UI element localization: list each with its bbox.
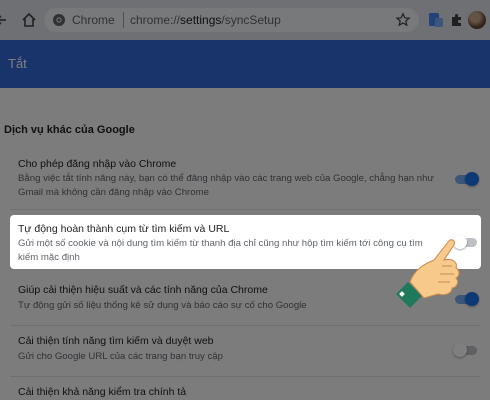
settings-header: Tắt [0,40,490,88]
row-title-spellcheck: Cải thiện khả năng kiểm tra chính tả [18,386,187,398]
extension-icon[interactable] [428,12,444,28]
divider [10,325,480,326]
row-title-autocomplete: Tự động hoàn thành cụm từ tìm kiếm và UR… [18,223,230,235]
pointing-hand-icon [396,239,460,308]
toggle-improve-search[interactable] [453,343,479,357]
omnibox-separator [123,12,124,28]
back-icon[interactable] [0,11,12,29]
row-title-improve-search: Cải thiện tính năng tìm kiếm và duyệt we… [18,335,214,347]
url-text: chrome://settings/syncSetup [130,13,281,27]
divider [10,376,480,377]
screenshot-viewport: Chrome chrome://settings/syncSetup Tắt D… [0,0,490,400]
site-label: Chrome [72,13,115,27]
divider [10,209,480,210]
home-icon[interactable] [20,11,38,29]
header-title: Tắt [8,56,27,71]
section-title: Dịch vụ khác của Google [4,124,135,136]
row-desc-improve-performance: Tự động gửi số liệu thống kê sử dụng và … [18,300,307,311]
row-desc-autocomplete: Gửi một số cookie và nội dung tìm kiếm t… [18,238,423,263]
star-icon[interactable] [395,12,411,28]
row-desc-improve-search: Gửi cho Google URL của các trang bạn tru… [18,351,223,362]
chrome-logo-icon [53,14,65,26]
puzzle-icon[interactable] [449,12,465,28]
row-title-allow-signin: Cho phép đăng nhập vào Chrome [18,158,177,170]
row-desc-allow-signin: Bằng việc tắt tính năng này, bạn có thể … [18,173,434,198]
browser-toolbar: Chrome chrome://settings/syncSetup [0,0,490,40]
toggle-allow-signin[interactable] [453,172,479,186]
row-title-improve-performance: Giúp cải thiện hiệu suất và các tính năn… [18,284,268,296]
address-bar[interactable]: Chrome chrome://settings/syncSetup [44,8,419,32]
avatar[interactable] [468,11,486,29]
